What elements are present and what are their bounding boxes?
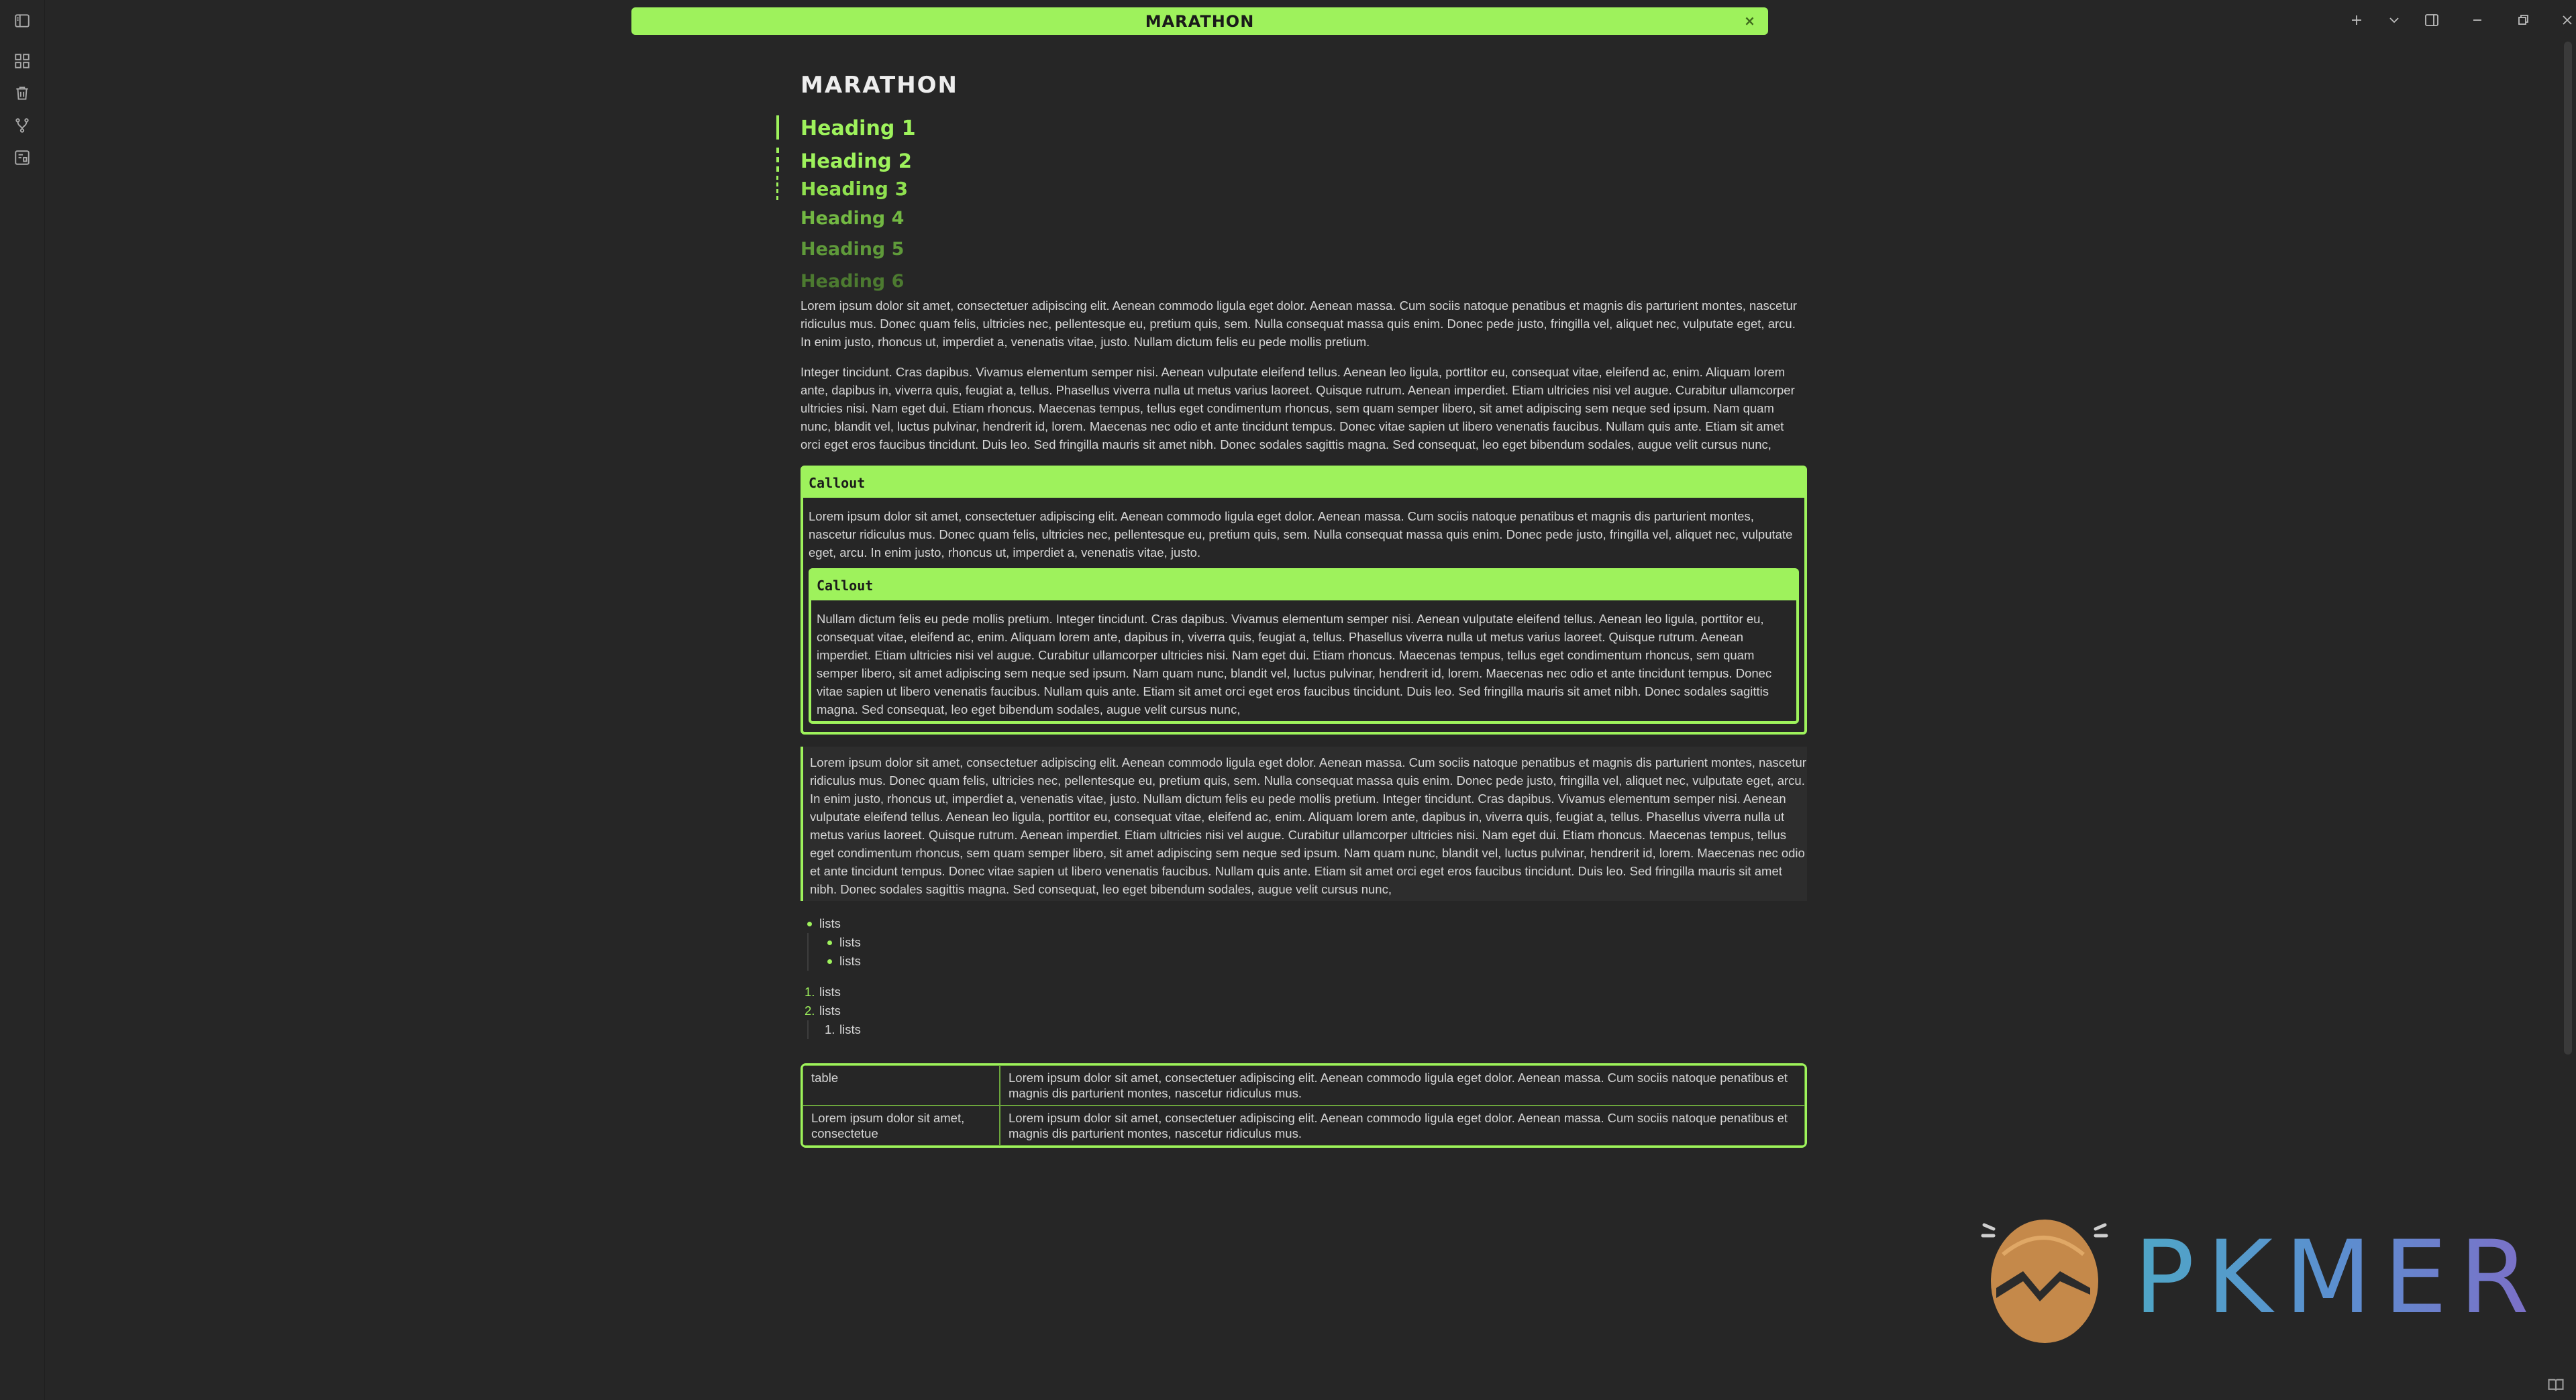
- callout-title[interactable]: Callout: [803, 468, 1804, 498]
- bullet-icon[interactable]: [827, 959, 832, 964]
- heading-4: Heading 4: [801, 208, 905, 229]
- list-item: 1. lists: [821, 1020, 1807, 1039]
- title-bar: MARATHON ×: [44, 0, 2576, 42]
- plus-icon[interactable]: [2345, 8, 2369, 32]
- callout-text: Lorem ipsum dolor sit amet, consectetuer…: [809, 509, 1793, 559]
- table: table Lorem ipsum dolor sit amet, consec…: [801, 1063, 1807, 1148]
- heading-3: Heading 3: [776, 176, 1807, 205]
- paragraph: Integer tincidunt. Cras dapibus. Vivamus…: [801, 365, 1795, 451]
- nested-callout: Callout Nullam dictum felis eu pede moll…: [809, 568, 1799, 724]
- canvas-icon[interactable]: [12, 148, 32, 168]
- graph-icon[interactable]: [12, 115, 32, 136]
- heading-1: Heading 1: [776, 115, 1807, 148]
- restore-icon[interactable]: [2511, 8, 2535, 32]
- fold-indicator[interactable]: [776, 115, 779, 140]
- page-title: MARATHON: [801, 72, 959, 99]
- chevron-down-icon[interactable]: [2382, 8, 2406, 32]
- table-cell[interactable]: Lorem ipsum dolor sit amet, consectetuer…: [1000, 1065, 1805, 1106]
- list-number: 1.: [825, 1022, 835, 1036]
- tab-title-text: MARATHON: [1145, 11, 1255, 31]
- list-item: 1. lists: [801, 983, 1807, 1002]
- nested-list: lists lists: [807, 933, 1807, 971]
- fold-indicator[interactable]: [776, 148, 779, 172]
- nested-list: 1. lists: [807, 1020, 1807, 1039]
- bullet-list: lists lists lists: [801, 914, 1807, 971]
- callout: Callout Lorem ipsum dolor sit amet, cons…: [801, 466, 1807, 735]
- paragraph: Lorem ipsum dolor sit amet, consectetuer…: [801, 299, 1797, 349]
- table-row: Lorem ipsum dolor sit amet, consectetue …: [803, 1106, 1805, 1146]
- heading-5: Heading 5: [801, 239, 905, 260]
- sidebar-toggle-icon[interactable]: [12, 11, 32, 31]
- callout-title[interactable]: Callout: [811, 571, 1796, 600]
- minimize-icon[interactable]: [2465, 8, 2489, 32]
- split-view-icon[interactable]: [2420, 8, 2444, 32]
- blockquote: Lorem ipsum dolor sit amet, consectetuer…: [801, 747, 1807, 901]
- bullet-icon[interactable]: [827, 940, 832, 945]
- book-icon[interactable]: [2546, 1376, 2565, 1395]
- editor-scrollbar[interactable]: [2564, 42, 2572, 1055]
- pkmer-logo-icon: [1981, 1220, 2108, 1343]
- table-cell[interactable]: Lorem ipsum dolor sit amet, consectetue: [803, 1106, 1000, 1146]
- ordered-list: 1. lists 2. lists 1. lists: [801, 983, 1807, 1039]
- pkmer-watermark: PKMER: [1976, 1207, 2540, 1348]
- pkmer-logo-text: PKMER: [2134, 1220, 2542, 1336]
- active-tab[interactable]: MARATHON ×: [631, 7, 1768, 35]
- list-item: lists: [801, 914, 1807, 933]
- left-ribbon: [0, 0, 45, 1400]
- heading-2: Heading 2: [776, 148, 1807, 176]
- close-icon[interactable]: [2555, 8, 2576, 32]
- editor-content[interactable]: MARATHON Heading 1 Heading 2 Heading 3 H…: [776, 67, 1807, 1148]
- list-item: 2. lists: [801, 1002, 1807, 1020]
- callout-body: Lorem ipsum dolor sit amet, consectetuer…: [803, 498, 1804, 732]
- list-item: lists: [821, 933, 1807, 952]
- table-cell[interactable]: Lorem ipsum dolor sit amet, consectetuer…: [1000, 1106, 1805, 1146]
- bullet-icon[interactable]: [807, 922, 812, 926]
- trash-icon[interactable]: [12, 83, 32, 103]
- list-number: 2.: [805, 1004, 815, 1018]
- heading-6: Heading 6: [801, 271, 905, 292]
- table-row: table Lorem ipsum dolor sit amet, consec…: [803, 1065, 1805, 1106]
- fold-indicator[interactable]: [776, 176, 778, 200]
- list-item: lists: [821, 952, 1807, 971]
- dashboard-icon[interactable]: [12, 51, 32, 71]
- list-number: 1.: [805, 985, 815, 999]
- tab-close-icon[interactable]: ×: [1743, 13, 1757, 28]
- table-cell[interactable]: table: [803, 1065, 1000, 1106]
- callout-text: Nullam dictum felis eu pede mollis preti…: [817, 612, 1772, 716]
